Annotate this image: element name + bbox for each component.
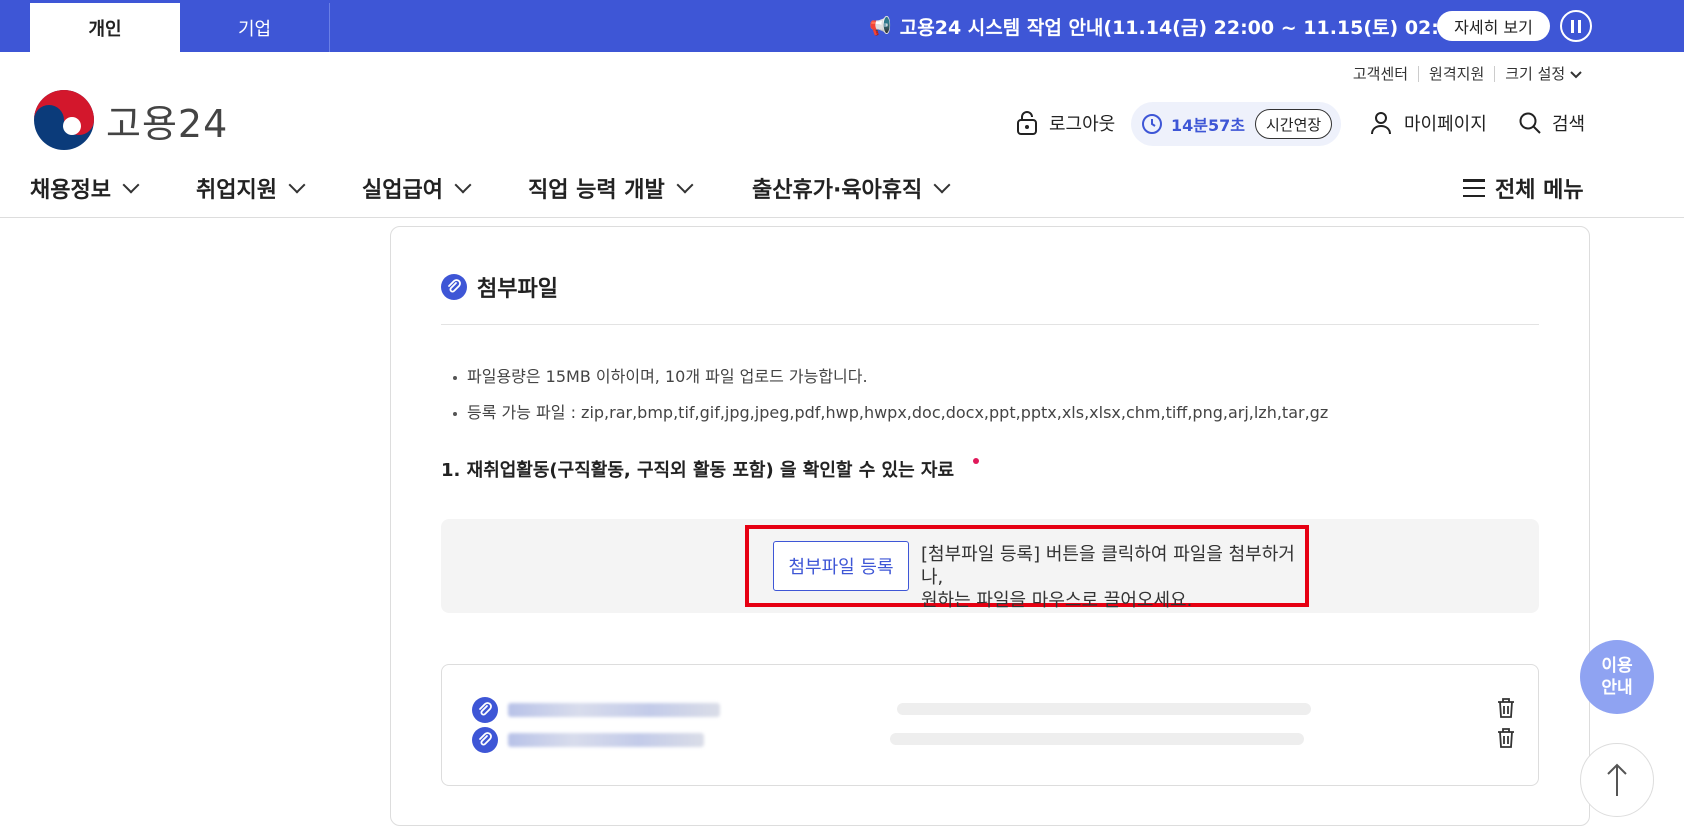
divider — [441, 324, 1539, 325]
search-label: 검색 — [1552, 114, 1586, 135]
all-menu-button[interactable]: 전체 메뉴 — [1463, 172, 1584, 204]
file-name-redacted — [508, 733, 704, 747]
list-item — [472, 727, 704, 753]
mypage-link[interactable]: 마이페이지 — [1370, 110, 1487, 136]
remote-support-link[interactable]: 원격지원 — [1418, 66, 1494, 82]
requirement-label: 1. 재취업활동(구직활동, 구직외 활동 포함) 을 확인할 수 있는 자료 — [441, 460, 955, 481]
file-drop-zone[interactable]: 첨부파일 등록 [첨부파일 등록] 버튼을 클릭하여 파일을 첨부하거나, 원하… — [441, 519, 1539, 613]
trash-icon[interactable] — [1496, 727, 1516, 749]
attachment-card: 첨부파일 파일용량은 15MB 이하이며, 10개 파일 업로드 가능합니다. … — [390, 226, 1590, 826]
extend-time-button[interactable]: 시간연장 — [1254, 109, 1333, 139]
notice-text: 고용24 시스템 작업 안내(11.14(금) 22:00 ~ 11.15(토)… — [899, 16, 1474, 39]
user-icon — [1371, 112, 1391, 135]
system-notice[interactable]: 📢 고용24 시스템 작업 안내(11.14(금) 22:00 ~ 11.15(… — [869, 11, 1474, 41]
paperclip-icon — [472, 727, 498, 753]
search-icon — [1519, 112, 1541, 134]
tab-business[interactable]: 기업 — [180, 3, 330, 52]
session-timer: 14분57초 시간연장 — [1131, 102, 1341, 146]
nav-item-parental-leave[interactable]: 출산휴가·육아휴직 — [752, 172, 951, 204]
all-menu-label: 전체 메뉴 — [1495, 178, 1584, 203]
site-logo[interactable]: 고용24 — [32, 88, 228, 152]
taegeuk-logo-icon — [34, 90, 94, 150]
chevron-down-icon — [933, 176, 951, 194]
notice-detail-button[interactable]: 자세히 보기 — [1437, 11, 1550, 41]
section-title-text: 첨부파일 — [477, 277, 558, 302]
mypage-label: 마이페이지 — [1404, 114, 1487, 135]
hamburger-icon — [1463, 179, 1485, 197]
nav-item-skills-development[interactable]: 직업 능력 개발 — [528, 172, 694, 204]
nav-item-employment-support[interactable]: 취업지원 — [196, 172, 306, 204]
section-title: 첨부파일 — [441, 271, 558, 303]
note-file-types: 등록 가능 파일 : zip,rar,bmp,tif,gif,jpg,jpeg,… — [453, 395, 1328, 431]
font-size-setting[interactable]: 크기 설정 — [1494, 66, 1592, 82]
main-navigation: 채용정보 취업지원 실업급여 직업 능력 개발 출산휴가·육아휴직 전체 메뉴 — [0, 168, 1684, 218]
trash-icon[interactable] — [1496, 697, 1516, 719]
file-name-redacted — [508, 703, 720, 717]
clock-icon — [1142, 114, 1162, 134]
nav-item-unemployment-benefits[interactable]: 실업급여 — [362, 172, 472, 204]
paperclip-icon — [472, 697, 498, 723]
scroll-top-button[interactable] — [1580, 743, 1654, 817]
chevron-down-icon — [288, 176, 306, 194]
pause-icon[interactable] — [1560, 10, 1592, 42]
upload-notes: 파일용량은 15MB 이하이며, 10개 파일 업로드 가능합니다. 등록 가능… — [453, 359, 1328, 431]
customer-center-link[interactable]: 고객센터 — [1343, 66, 1418, 82]
logout-label: 로그아웃 — [1049, 114, 1116, 135]
megaphone-icon: 📢 — [869, 15, 892, 37]
nav-item-jobs[interactable]: 채용정보 — [30, 172, 140, 204]
note-size-limit: 파일용량은 15MB 이하이며, 10개 파일 업로드 가능합니다. — [453, 359, 1328, 395]
tab-personal[interactable]: 개인 — [30, 3, 180, 52]
drop-instruction: [첨부파일 등록] 버튼을 클릭하여 파일을 첨부하거나, 원하는 파일을 마우… — [921, 544, 1295, 611]
utility-links: 고객센터 원격지원 크기 설정 — [1343, 66, 1592, 82]
list-item — [472, 697, 720, 723]
logout-button[interactable]: 로그아웃 — [1015, 110, 1115, 136]
paperclip-icon — [441, 274, 467, 300]
upload-progress-bar — [897, 703, 1311, 715]
arrow-up-icon — [1607, 763, 1627, 796]
chevron-down-icon — [454, 176, 472, 194]
upload-progress-bar — [890, 733, 1304, 745]
top-notice-bar: 개인 기업 📢 고용24 시스템 작업 안내(11.14(금) 22:00 ~ … — [0, 0, 1684, 52]
logo-text: 고용24 — [106, 101, 229, 146]
usage-guide-button[interactable]: 이용 안내 — [1580, 640, 1654, 714]
attach-file-button[interactable]: 첨부파일 등록 — [773, 541, 909, 591]
lock-icon — [1017, 111, 1037, 135]
chevron-down-icon — [1570, 71, 1582, 79]
chevron-down-icon — [122, 176, 140, 194]
chevron-down-icon — [676, 176, 694, 194]
attached-file-list — [441, 664, 1539, 786]
search-button[interactable]: 검색 — [1518, 110, 1585, 136]
highlight-box: 첨부파일 등록 [첨부파일 등록] 버튼을 클릭하여 파일을 첨부하거나, 원하… — [745, 525, 1309, 611]
required-indicator — [973, 458, 979, 464]
timer-text: 14분57초 — [1171, 116, 1245, 135]
